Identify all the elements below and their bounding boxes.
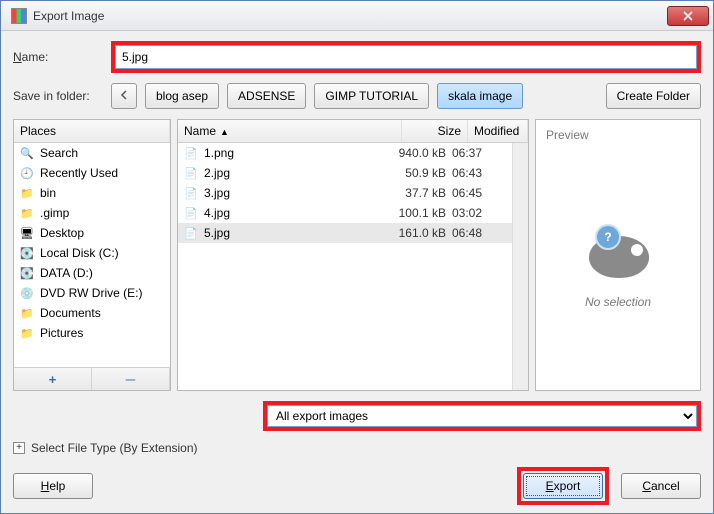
save-in-label: Save in folder: — [13, 89, 103, 103]
browser-area: Places 🔍Search 🕘Recently Used 📁bin 📁.gim… — [13, 119, 701, 391]
scrollbar[interactable] — [512, 143, 528, 390]
recent-icon: 🕘 — [20, 166, 34, 180]
places-panel: Places 🔍Search 🕘Recently Used 📁bin 📁.gim… — [13, 119, 171, 391]
file-icon: 📄 — [184, 206, 198, 220]
file-row[interactable]: 📄2.jpg50.9 kB06:43 — [178, 163, 512, 183]
chevron-left-icon — [120, 90, 128, 100]
path-segment[interactable]: blog asep — [145, 83, 219, 109]
filter-row: All export images — [13, 401, 701, 431]
path-segment[interactable]: GIMP TUTORIAL — [314, 83, 429, 109]
remove-bookmark-button[interactable]: ─ — [92, 368, 170, 390]
file-row[interactable]: 📄4.jpg100.1 kB03:02 — [178, 203, 512, 223]
places-item-search[interactable]: 🔍Search — [14, 143, 170, 163]
places-item-gimp[interactable]: 📁.gimp — [14, 203, 170, 223]
places-list: 🔍Search 🕘Recently Used 📁bin 📁.gimp 🖥Desk… — [14, 143, 170, 367]
name-highlight — [111, 41, 701, 73]
path-segment[interactable]: ADSENSE — [227, 83, 306, 109]
places-item-bin[interactable]: 📁bin — [14, 183, 170, 203]
col-name[interactable]: Name▲ — [178, 120, 402, 142]
window-title: Export Image — [33, 9, 667, 23]
places-footer: + ─ — [14, 367, 170, 390]
file-list-header: Name▲ Size Modified — [178, 120, 528, 143]
select-filetype-label: Select File Type (By Extension) — [31, 441, 198, 455]
name-label: Name: — [13, 50, 103, 64]
places-item-dvd[interactable]: 💿DVD RW Drive (E:) — [14, 283, 170, 303]
close-button[interactable] — [667, 6, 709, 26]
export-highlight: Export — [517, 467, 609, 505]
save-in-row: Save in folder: blog asep ADSENSE GIMP T… — [13, 83, 701, 109]
path-back-button[interactable] — [111, 83, 137, 109]
file-icon: 📄 — [184, 186, 198, 200]
places-header-label: Places — [14, 120, 170, 142]
folder-icon: 📁 — [20, 306, 34, 320]
desktop-icon: 🖥 — [20, 226, 34, 240]
file-row[interactable]: 📄1.png940.0 kB06:37 — [178, 143, 512, 163]
select-filetype-row[interactable]: + Select File Type (By Extension) — [13, 441, 701, 455]
folder-icon: 📁 — [20, 186, 34, 200]
file-row[interactable]: 📄5.jpg161.0 kB06:48 — [178, 223, 512, 243]
file-icon: 📄 — [184, 226, 198, 240]
file-icon: 📄 — [184, 166, 198, 180]
help-button[interactable]: Help — [13, 473, 93, 499]
preview-area: ? No selection — [542, 150, 694, 384]
name-row: Name: — [13, 41, 701, 73]
places-header[interactable]: Places — [14, 120, 170, 143]
path-segment-current[interactable]: skala image — [437, 83, 523, 109]
folder-icon: 📁 — [20, 326, 34, 340]
export-image-dialog: Export Image Name: Save in folder: blog … — [0, 0, 714, 514]
file-row[interactable]: 📄3.jpg37.7 kB06:45 — [178, 183, 512, 203]
search-icon: 🔍 — [20, 146, 34, 160]
col-size[interactable]: Size — [402, 120, 468, 142]
preview-title: Preview — [542, 126, 694, 150]
filter-highlight: All export images — [263, 401, 701, 431]
folder-icon: 📁 — [20, 206, 34, 220]
file-list: 📄1.png940.0 kB06:37 📄2.jpg50.9 kB06:43 📄… — [178, 143, 512, 390]
places-item-recent[interactable]: 🕘Recently Used — [14, 163, 170, 183]
titlebar: Export Image — [1, 1, 713, 31]
places-item-pictures[interactable]: 📁Pictures — [14, 323, 170, 343]
close-icon — [683, 11, 693, 21]
no-selection-label: No selection — [585, 295, 651, 309]
file-icon: 📄 — [184, 146, 198, 160]
dialog-buttons: Help Export Cancel — [13, 465, 701, 505]
places-item-localdisk[interactable]: 💽Local Disk (C:) — [14, 243, 170, 263]
app-icon — [11, 8, 27, 24]
cancel-button[interactable]: Cancel — [621, 473, 701, 499]
preview-panel: Preview ? No selection — [535, 119, 701, 391]
drive-icon: 💽 — [20, 246, 34, 260]
places-item-data[interactable]: 💽DATA (D:) — [14, 263, 170, 283]
filename-input[interactable] — [115, 45, 697, 69]
add-bookmark-button[interactable]: + — [14, 368, 92, 390]
create-folder-button[interactable]: Create Folder — [606, 83, 701, 109]
col-modified[interactable]: Modified — [468, 120, 528, 142]
sort-asc-icon: ▲ — [220, 127, 229, 137]
places-item-documents[interactable]: 📁Documents — [14, 303, 170, 323]
file-filter-select[interactable]: All export images — [267, 405, 697, 427]
gimp-logo-icon: ? — [583, 226, 653, 281]
disc-icon: 💿 — [20, 286, 34, 300]
file-list-panel: Name▲ Size Modified 📄1.png940.0 kB06:37 … — [177, 119, 529, 391]
places-item-desktop[interactable]: 🖥Desktop — [14, 223, 170, 243]
drive-icon: 💽 — [20, 266, 34, 280]
expand-icon[interactable]: + — [13, 442, 25, 454]
export-button[interactable]: Export — [523, 473, 603, 499]
